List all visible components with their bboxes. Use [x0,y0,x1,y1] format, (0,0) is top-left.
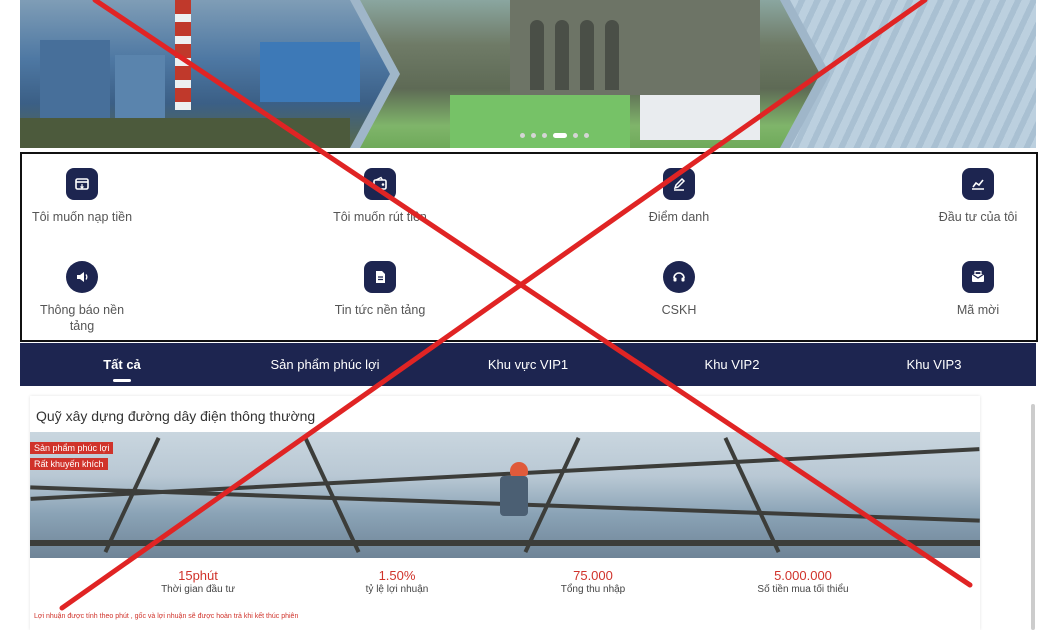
product-card[interactable]: Quỹ xây dựng đường dây điện thông thường… [30,396,980,630]
envelope-icon [962,261,994,293]
tab-all-label: Tất cả [103,357,141,372]
stat-minimum-purchase: 5.000.000 Số tiền mua tối thiểu [703,568,903,595]
checkin-button[interactable]: Điểm danh [609,168,749,225]
stat-total-income: 75.000 Tổng thu nhập [493,568,693,595]
carousel-dot[interactable] [573,133,578,138]
stat-value: 5.000.000 [774,568,832,583]
carousel-indicators[interactable] [520,133,589,138]
tab-all[interactable]: Tất cả [72,343,172,386]
carousel-dot[interactable] [531,133,536,138]
stat-investment-time: 15phút Thời gian đầu tư [98,568,298,595]
stat-label: Số tiền mua tối thiểu [757,584,849,595]
tab-welfare-products-label: Sản phẩm phúc lợi [270,357,380,372]
withdraw-wallet-icon [364,168,396,200]
pen-checkin-icon [663,168,695,200]
carousel-dot[interactable] [520,133,525,138]
quick-action-menu: Tôi muốn nạp tiền Tôi muốn rút tiền Điểm… [20,152,1038,342]
headset-icon [663,261,695,293]
checkin-label: Điểm danh [648,210,710,224]
category-tab-bar: Tất cả Sản phẩm phúc lợi Khu vực VIP1 Kh… [20,343,1036,386]
withdraw-label: Tôi muốn rút tiền [333,210,427,224]
withdraw-button[interactable]: Tôi muốn rút tiền [310,168,450,225]
product-title: Quỹ xây dựng đường dây điện thông thường [36,408,316,424]
scrollbar[interactable] [1031,404,1035,630]
carousel-dot[interactable] [542,133,547,138]
customer-service-label: CSKH [661,303,697,317]
tab-vip1[interactable]: Khu vực VIP1 [463,343,593,386]
stat-label: Tổng thu nhập [560,584,626,595]
banner-image-solar [790,0,1036,148]
speaker-icon [66,261,98,293]
banner-image-dam [360,0,820,148]
platform-news-label: Tin tức nền tảng [334,303,426,317]
carousel-dot[interactable] [584,133,589,138]
customer-service-button[interactable]: CSKH [609,261,749,318]
platform-notice-button[interactable]: Thông báo nền tảng [12,261,152,334]
tab-welfare-products[interactable]: Sản phẩm phúc lợi [250,343,400,386]
platform-notice-label: Thông báo nền tảng [39,303,125,333]
tag-welfare-product: Sản phẩm phúc lợi [30,442,114,454]
invite-code-button[interactable]: Mã mời [908,261,1048,318]
stat-profit-rate: 1.50% tỷ lệ lợi nhuận [297,568,497,595]
stat-label: Thời gian đầu tư [161,584,235,595]
product-stats: 15phút Thời gian đầu tư 1.50% tỷ lệ lợi … [30,564,980,604]
document-icon [364,261,396,293]
stat-value: 15phút [178,568,218,583]
banner-image-power-plant [20,0,390,148]
worker-helmet [510,462,528,476]
tab-vip2-label: Khu VIP2 [704,357,760,372]
product-image-power-line: Sản phẩm phúc lợi Rất khuyến khích [30,432,980,558]
stat-value: 75.000 [573,568,613,583]
banner-carousel[interactable] [20,0,1036,148]
tab-vip1-label: Khu vực VIP1 [487,357,569,372]
platform-news-button[interactable]: Tin tức nền tảng [310,261,450,318]
active-tab-indicator [113,379,131,382]
wallet-icon [66,168,98,200]
stat-label: tỷ lệ lợi nhuận [365,584,429,595]
profit-note: Lợi nhuận được tính theo phút , gốc và l… [34,613,299,620]
stat-value: 1.50% [378,568,416,583]
my-investment-button[interactable]: Đầu tư của tôi [908,168,1048,225]
tag-highly-recommended: Rất khuyến khích [30,458,108,470]
tab-vip2[interactable]: Khu VIP2 [682,343,782,386]
worker-figure [500,476,528,516]
deposit-label: Tôi muốn nạp tiền [31,210,133,224]
my-investment-label: Đầu tư của tôi [938,210,1018,224]
tab-vip3-label: Khu VIP3 [906,357,962,372]
invite-code-label: Mã mời [956,303,1000,317]
deposit-button[interactable]: Tôi muốn nạp tiền [12,168,152,225]
carousel-dot-active[interactable] [553,133,567,138]
chart-icon [962,168,994,200]
tab-vip3[interactable]: Khu VIP3 [884,343,984,386]
